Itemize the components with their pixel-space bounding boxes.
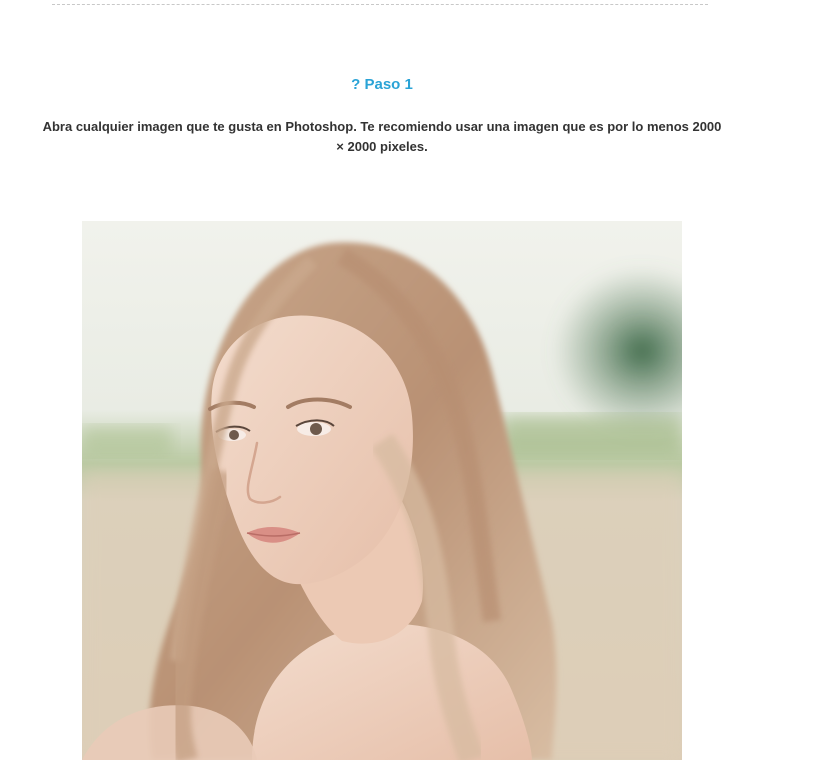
portrait-photo xyxy=(82,221,682,760)
step-heading: ? Paso 1 xyxy=(351,76,413,93)
step-description-line1: Abra cualquier imagen que te gusta en Ph… xyxy=(42,119,722,134)
step-description: Abra cualquier imagen que te gusta en Ph… xyxy=(0,117,764,157)
portrait-illustration xyxy=(82,221,682,760)
step-description-line2: × 2000 pixeles. xyxy=(336,139,428,154)
dashed-divider xyxy=(52,4,708,5)
tutorial-page: ? Paso 1 Abra cualquier imagen que te gu… xyxy=(0,0,822,760)
